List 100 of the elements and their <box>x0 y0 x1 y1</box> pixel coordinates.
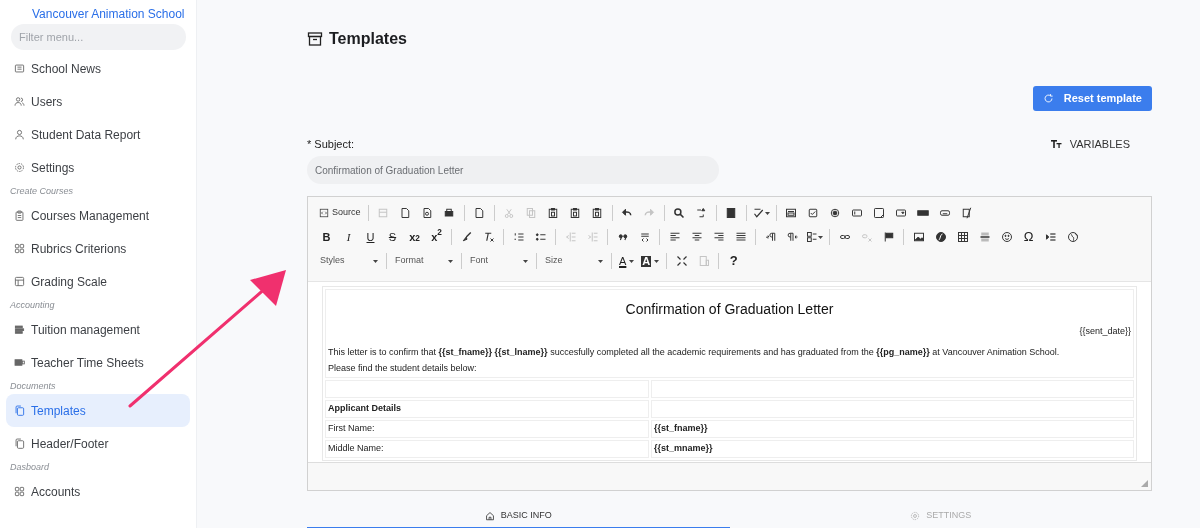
paste-icon <box>591 207 604 219</box>
toolbar-button[interactable]: Ω <box>1018 227 1039 247</box>
spellcheck-icon <box>752 207 765 219</box>
sidebar-item[interactable]: Accounts <box>6 475 190 508</box>
toolbar-button[interactable]: x$_{2}$ <box>404 227 425 247</box>
table-icon <box>956 231 969 243</box>
resize-handle-icon[interactable] <box>1141 480 1148 487</box>
print-icon <box>443 207 456 219</box>
image-icon <box>912 231 925 243</box>
table-cell: First Name: <box>325 420 649 439</box>
unlink-icon <box>860 231 873 243</box>
copy-icon <box>525 207 538 219</box>
radio-icon <box>829 207 842 219</box>
table-cell: Applicant Details <box>325 400 649 419</box>
sidebar-item[interactable]: Rubrics Criterions <box>6 232 190 265</box>
archive-icon <box>307 31 323 47</box>
settings-icon <box>910 511 921 521</box>
sidebar-item[interactable]: Users <box>6 85 190 118</box>
text-field-icon <box>851 207 864 219</box>
section-label: Dasboard <box>9 460 51 474</box>
sidebar-item[interactable]: Header/Footer <box>6 427 190 460</box>
smiley-icon <box>1000 231 1013 243</box>
color-button[interactable]: A <box>638 251 663 271</box>
toolbar-button[interactable]: x$^{2}$ <box>426 227 447 247</box>
copy-icon <box>14 438 25 449</box>
source-icon <box>319 208 329 218</box>
sidebar-item[interactable]: Courses Management <box>6 199 190 232</box>
horizontal-line-icon <box>978 231 991 243</box>
new-page-icon <box>399 207 412 219</box>
align-center-icon <box>690 231 703 243</box>
date-variable: {{sent_date}} <box>1079 324 1131 338</box>
show-blocks-icon <box>697 255 710 267</box>
cut-icon <box>503 207 516 219</box>
image-button-icon <box>939 207 952 219</box>
text-size-icon <box>1050 139 1062 150</box>
globe-icon <box>1066 231 1079 243</box>
textarea-icon <box>873 207 886 219</box>
search-icon <box>673 207 686 219</box>
list-icon <box>14 324 25 335</box>
variables-button[interactable]: VARIABLES <box>1050 136 1130 153</box>
flash-icon <box>934 231 947 243</box>
toolbar-button[interactable]: U <box>360 227 381 247</box>
sidebar-item[interactable]: Teacher Time Sheets <box>6 346 190 379</box>
color-button[interactable]: A <box>616 251 638 271</box>
toolbar-button[interactable]: ? <box>723 251 745 271</box>
maximize-icon <box>675 255 688 267</box>
clipboard-icon <box>14 210 25 221</box>
indent-icon <box>586 231 599 243</box>
toolbar-button[interactable]: I <box>338 227 359 247</box>
toolbar-button[interactable]: B <box>316 227 337 247</box>
table-cell: {{st_mname}} <box>651 440 1134 459</box>
sidebar-item[interactable]: Student Data Report <box>6 118 190 151</box>
form-icon <box>785 207 798 219</box>
table-cell: Middle Name: <box>325 440 649 459</box>
toolbar-button[interactable]: S <box>382 227 403 247</box>
page-title: Templates <box>329 29 407 49</box>
section-label: Accounting <box>9 298 56 312</box>
grid-icon <box>14 486 25 497</box>
letter-paragraph: Please find the student details below: <box>328 362 478 376</box>
redo-icon <box>643 207 656 219</box>
tab[interactable]: BASIC INFO <box>307 505 730 528</box>
sidebar-item[interactable]: School News <box>6 52 190 85</box>
reset-button[interactable]: Reset template <box>1032 86 1152 111</box>
brush-icon <box>460 231 473 243</box>
letter-paragraph: This letter is to confirm that {{st_fname}} {{st_lname}} succesfully completed all the academic requirements and has graduated from the {{pg_name}} at Vancouver Animation School. <box>328 346 1061 360</box>
right-to-left-icon <box>786 231 799 243</box>
sidebar-item[interactable]: Tuition management <box>6 313 190 346</box>
subject-field[interactable]: Confirmation of Graduation Letter <box>307 156 719 184</box>
flag-icon <box>882 231 895 243</box>
numbered-list-icon <box>512 231 525 243</box>
dropdown-button[interactable]: Styles <box>316 251 382 271</box>
checkbox-icon <box>807 207 820 219</box>
paste-icon <box>569 207 582 219</box>
sidebar-item[interactable]: Settings <box>6 151 190 184</box>
brand-name: Vancouver Animation School <box>32 6 185 23</box>
dropdown-button[interactable]: Font <box>466 251 532 271</box>
dropdown-button[interactable]: Size <box>541 251 607 271</box>
dropdown-button[interactable]: Format <box>391 251 457 271</box>
caret-icon <box>818 235 823 239</box>
sidebar-item[interactable]: Templates <box>6 394 190 427</box>
justify-icon <box>734 231 747 243</box>
clear-format-icon <box>482 231 495 243</box>
caret-icon <box>764 211 770 215</box>
home-icon <box>484 511 495 521</box>
document-icon <box>473 207 486 219</box>
filter-field[interactable]: Filter menu... <box>11 24 186 50</box>
source-button[interactable]: Source <box>316 203 364 223</box>
outdent-icon <box>564 231 577 243</box>
quote-icon <box>616 231 629 243</box>
caret-icon <box>448 259 453 263</box>
newspaper-icon <box>14 63 25 74</box>
caret-icon <box>373 259 378 263</box>
refresh-icon <box>1042 93 1054 104</box>
bar-icon <box>917 207 930 219</box>
undo-icon <box>621 207 634 219</box>
section-label: Documents <box>9 379 57 393</box>
user-icon <box>14 129 25 140</box>
sidebar-item[interactable]: Grading Scale <box>6 265 190 298</box>
field-label: * Subject: <box>307 137 356 150</box>
letter-title: Confirmation of Graduation Letter <box>624 299 835 319</box>
